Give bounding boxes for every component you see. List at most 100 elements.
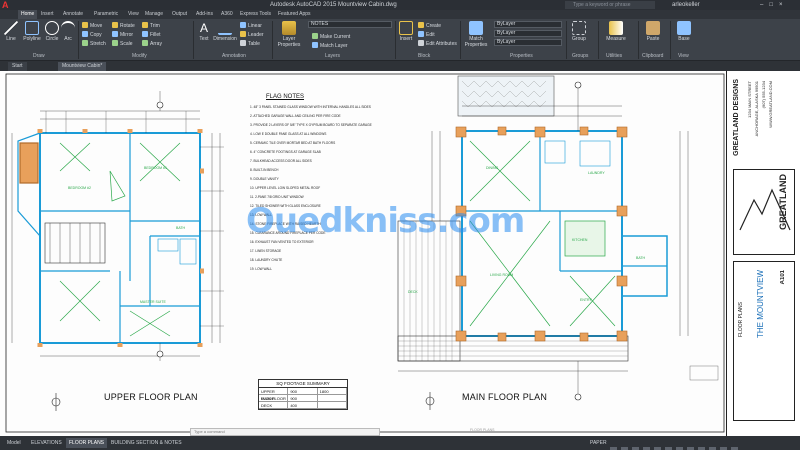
dimension-icon	[218, 21, 232, 35]
edit-attributes-button[interactable]: Edit Attributes	[418, 40, 457, 48]
flag-note: 8. BUILT-IN BENCH	[250, 168, 279, 172]
create-block-button[interactable]: Create	[418, 22, 441, 30]
file-tab-start[interactable]: Start	[8, 62, 27, 71]
stretch-button[interactable]: Stretch	[82, 40, 106, 48]
tab-featured-apps[interactable]: Featured Apps	[278, 10, 311, 19]
upper-floor-plan-title: UPPER FLOOR PLAN	[104, 392, 198, 402]
copy-button[interactable]: Copy	[82, 31, 102, 39]
line-button[interactable]: Line	[3, 21, 19, 42]
user-name[interactable]: arleokeller	[672, 0, 700, 10]
tab-floor-plans[interactable]: FLOOR PLANS	[66, 438, 108, 448]
tab-manage[interactable]: Manage	[145, 10, 163, 19]
address-line: ANCHORAGE, ALASKA 99501	[754, 81, 759, 137]
tab-a360[interactable]: A360	[221, 10, 233, 19]
edit-block-button[interactable]: Edit	[418, 31, 435, 39]
tab-insert[interactable]: Insert	[41, 10, 54, 19]
make-current-button[interactable]: Make Current	[312, 33, 350, 41]
room-label-living: LIVING ROOM	[490, 273, 513, 277]
leader-icon	[240, 31, 246, 37]
dimension-button[interactable]: Dimension	[213, 21, 237, 42]
sq-footage-title: SQ FOOTAGE SUMMARY	[259, 380, 347, 388]
status-bar-icons	[610, 440, 742, 450]
room-label-kitchen: KITCHEN	[572, 238, 588, 242]
flag-note: 3. PROVIDE 2 LAYERS OF 5/8" TYPE X GYPSU…	[250, 123, 372, 127]
tab-parametric[interactable]: Parametric	[94, 10, 118, 19]
panel-divider	[670, 21, 671, 59]
trim-icon	[142, 22, 148, 28]
search-input[interactable]: Type a keyword or phrase	[565, 1, 655, 9]
panel-divider	[566, 21, 567, 59]
table-row: DECK 400	[259, 402, 347, 409]
window-title: Autodesk AutoCAD 2015 Mountview Cabin.dw…	[270, 2, 397, 8]
group-button[interactable]: Group	[570, 21, 588, 42]
rotate-button[interactable]: Rotate	[112, 22, 135, 30]
paste-icon	[646, 21, 660, 35]
tab-express-tools[interactable]: Express Tools	[240, 10, 271, 19]
move-button[interactable]: Move	[82, 22, 102, 30]
match-layer-button[interactable]: Match Layer	[312, 42, 348, 50]
room-label-master: MASTER SUITE	[140, 300, 167, 304]
scale-button[interactable]: Scale	[112, 40, 133, 48]
drawing-canvas[interactable]: BEDROOM #2 BEDROOM #1 BATH MASTER SUITE …	[0, 71, 800, 436]
address-line: 1234 MAIN STREET	[747, 81, 752, 118]
clipboard-panel-label: Clipboard	[642, 53, 664, 59]
panel-divider	[193, 21, 194, 59]
measure-button[interactable]: Measure	[604, 21, 628, 42]
mirror-button[interactable]: Mirror	[112, 31, 133, 39]
linetype-dropdown[interactable]: ByLayer	[494, 30, 562, 37]
tab-output[interactable]: Output	[172, 10, 187, 19]
company-name: GREATLAND DESIGNS	[733, 79, 740, 156]
mirror-icon	[112, 31, 118, 37]
insert-icon	[399, 21, 413, 35]
tab-elevations[interactable]: ELEVATIONS	[28, 438, 65, 448]
table-row: UPPER FLOOR 900 1800	[259, 388, 347, 401]
room-label-bath2: BATH	[636, 256, 646, 260]
tab-model[interactable]: Model	[4, 438, 24, 448]
linear-button[interactable]: Linear	[240, 22, 262, 30]
layer-dropdown[interactable]: NOTES	[308, 21, 392, 28]
layers-panel-label: Layers	[325, 53, 341, 59]
file-tab-mountview[interactable]: Mountview Cabin*	[58, 62, 107, 71]
ribbon-tabs: Home Insert Annotate Parametric View Man…	[0, 10, 800, 19]
properties-panel-label: Properties	[510, 53, 533, 59]
text-icon: A	[199, 21, 208, 35]
create-icon	[418, 22, 424, 28]
command-line-input[interactable]: Type a command	[190, 428, 380, 436]
logo-box: GREATLAND	[733, 169, 795, 255]
rotate-icon	[112, 22, 118, 28]
array-button[interactable]: Array	[142, 40, 162, 48]
flag-note: 11. 2-PANE 7/8 GRID UNIT WINDOW	[250, 195, 304, 199]
layer-properties-button[interactable]: Layer Properties	[276, 21, 302, 48]
flag-note: 1. 48" 3 PANEL STAINED GLASS WINDOW WITH…	[250, 105, 371, 109]
text-button[interactable]: A Text	[197, 21, 211, 42]
linear-icon	[240, 22, 246, 28]
tab-addins[interactable]: Add-ins	[196, 10, 213, 19]
paste-button[interactable]: Paste	[644, 21, 662, 42]
tab-building-section[interactable]: BUILDING SECTION & NOTES	[108, 438, 185, 448]
base-view-button[interactable]: Base	[676, 21, 692, 42]
tab-home[interactable]: Home	[18, 10, 38, 19]
array-icon	[142, 40, 148, 46]
polyline-button[interactable]: Polyline	[21, 21, 43, 42]
tab-view[interactable]: View	[128, 10, 139, 19]
lineweight-dropdown[interactable]: ByLayer	[494, 39, 562, 46]
table-icon	[240, 40, 246, 46]
table-button[interactable]: Table	[240, 40, 260, 48]
paper-space-indicator[interactable]: PAPER	[590, 438, 607, 448]
autocad-logo-icon[interactable]: A	[2, 0, 12, 10]
arc-button[interactable]: Arc	[61, 21, 75, 42]
draw-panel-label: Draw	[33, 53, 45, 59]
color-dropdown[interactable]: ByLayer	[494, 21, 562, 28]
flag-note: 10. UPPER LEVEL LOW SLOPED METAL ROOF	[250, 186, 321, 190]
circle-button[interactable]: Circle	[44, 21, 60, 42]
leader-button[interactable]: Leader	[240, 31, 264, 39]
trim-button[interactable]: Trim	[142, 22, 160, 30]
block-panel-label: Block	[418, 53, 431, 59]
tab-annotate[interactable]: Annotate	[63, 10, 83, 19]
fillet-button[interactable]: Fillet	[142, 31, 161, 39]
window-controls[interactable]: –□×	[760, 0, 788, 10]
room-label-dining: DINING	[486, 166, 499, 170]
match-properties-button[interactable]: Match Properties	[462, 21, 490, 48]
base-view-icon	[677, 21, 691, 35]
insert-block-button[interactable]: Insert	[398, 21, 414, 42]
